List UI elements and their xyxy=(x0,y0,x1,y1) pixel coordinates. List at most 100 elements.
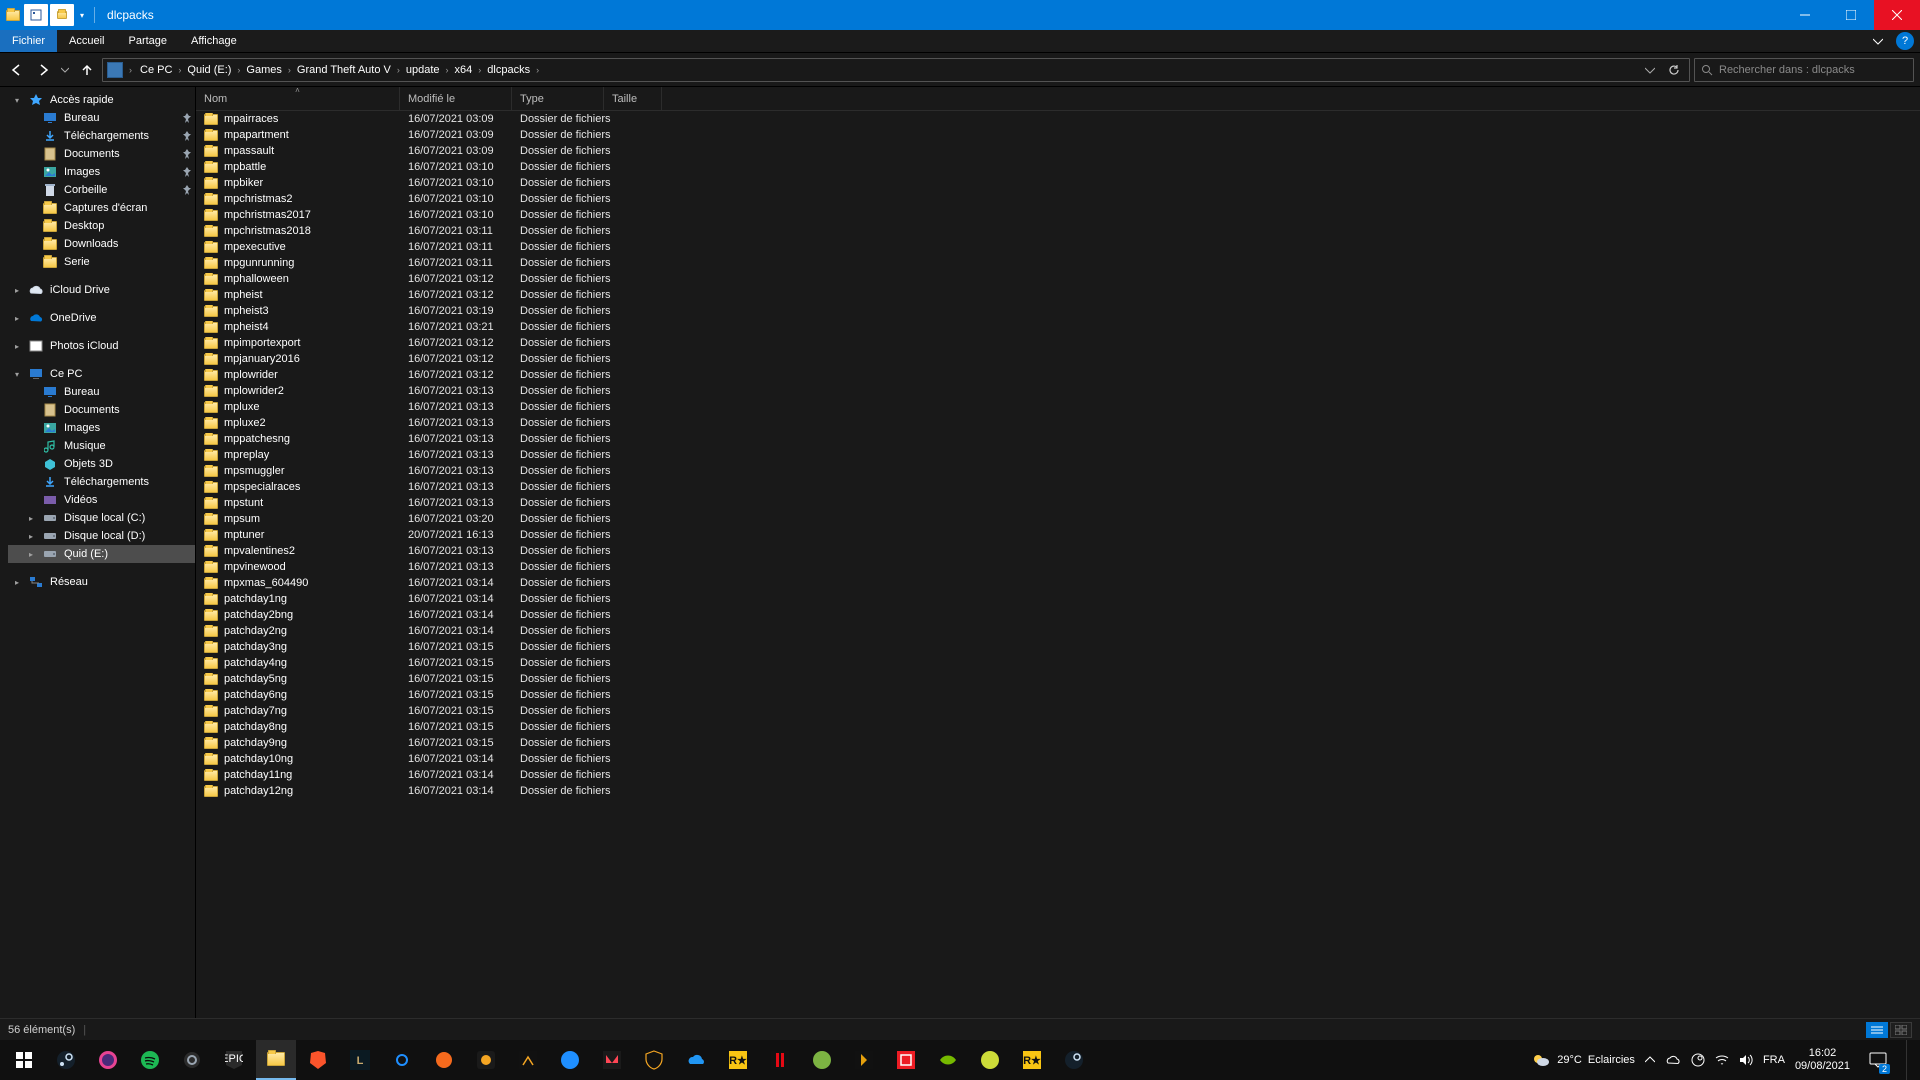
help-icon[interactable]: ? xyxy=(1896,32,1914,50)
tree-node-downloads2[interactable]: Downloads xyxy=(8,235,195,253)
tree-node-documents[interactable]: Documents xyxy=(8,145,195,163)
search-box[interactable] xyxy=(1694,58,1914,82)
nav-back-button[interactable] xyxy=(6,59,28,81)
breadcrumb-segment[interactable]: dlcpacks xyxy=(483,64,534,76)
tray-clock[interactable]: 16:02 09/08/2021 xyxy=(1795,1047,1850,1073)
expand-icon[interactable]: ▸ xyxy=(12,342,22,351)
folder-row[interactable]: patchday1ng16/07/2021 03:14Dossier de fi… xyxy=(196,591,1920,607)
tree-node-network[interactable]: ▸Réseau xyxy=(8,573,195,591)
tree-node-pc_3d[interactable]: Objets 3D xyxy=(8,455,195,473)
refresh-button[interactable] xyxy=(1663,64,1685,76)
view-large-icons-button[interactable] xyxy=(1890,1022,1912,1038)
expand-icon[interactable]: ▾ xyxy=(12,96,22,105)
tab-view[interactable]: Affichage xyxy=(179,30,249,52)
folder-row[interactable]: mpchristmas216/07/2021 03:10Dossier de f… xyxy=(196,191,1920,207)
tree-node-recycle[interactable]: Corbeille xyxy=(8,181,195,199)
folder-row[interactable]: mpairraces16/07/2021 03:09Dossier de fic… xyxy=(196,111,1920,127)
chevron-right-icon[interactable]: › xyxy=(286,65,293,75)
taskbar-nvidia-icon[interactable] xyxy=(928,1040,968,1080)
tree-node-pc_diskd[interactable]: ▸Disque local (D:) xyxy=(8,527,195,545)
taskbar-shield-icon[interactable] xyxy=(634,1040,674,1080)
folder-row[interactable]: mpluxe16/07/2021 03:13Dossier de fichier… xyxy=(196,399,1920,415)
search-input[interactable] xyxy=(1719,64,1907,76)
col-header-type[interactable]: Type xyxy=(512,87,604,110)
action-center-button[interactable]: 2 xyxy=(1860,1040,1896,1080)
folder-row[interactable]: patchday2bng16/07/2021 03:14Dossier de f… xyxy=(196,607,1920,623)
file-list[interactable]: mpairraces16/07/2021 03:09Dossier de fic… xyxy=(196,111,1920,1040)
folder-row[interactable]: mplowrider216/07/2021 03:13Dossier de fi… xyxy=(196,383,1920,399)
folder-row[interactable]: mpchristmas201816/07/2021 03:11Dossier d… xyxy=(196,223,1920,239)
taskbar-app-lemon-icon[interactable] xyxy=(970,1040,1010,1080)
qat-properties-button[interactable] xyxy=(24,4,48,26)
folder-row[interactable]: mpjanuary201616/07/2021 03:12Dossier de … xyxy=(196,351,1920,367)
folder-row[interactable]: patchday7ng16/07/2021 03:15Dossier de fi… xyxy=(196,703,1920,719)
taskbar-onedrive2-icon[interactable] xyxy=(676,1040,716,1080)
weather-widget[interactable]: 29°C Eclaircies xyxy=(1531,1050,1635,1070)
tree-node-serie[interactable]: Serie xyxy=(8,253,195,271)
tree-node-photos[interactable]: ▸Photos iCloud xyxy=(8,337,195,355)
taskbar-amd-icon[interactable] xyxy=(886,1040,926,1080)
ribbon-collapse-icon[interactable] xyxy=(1866,30,1890,52)
taskbar-app-orange2-icon[interactable] xyxy=(466,1040,506,1080)
folder-row[interactable]: mphalloween16/07/2021 03:12Dossier de fi… xyxy=(196,271,1920,287)
expand-icon[interactable]: ▾ xyxy=(12,370,22,379)
folder-row[interactable]: mpsum16/07/2021 03:20Dossier de fichiers xyxy=(196,511,1920,527)
tray-steam-icon[interactable] xyxy=(1691,1053,1705,1067)
taskbar-rockstar1-icon[interactable]: R★ xyxy=(718,1040,758,1080)
tray-chevron-icon[interactable] xyxy=(1645,1055,1655,1065)
view-details-button[interactable] xyxy=(1866,1022,1888,1038)
folder-row[interactable]: patchday6ng16/07/2021 03:15Dossier de fi… xyxy=(196,687,1920,703)
folder-row[interactable]: mpheist16/07/2021 03:12Dossier de fichie… xyxy=(196,287,1920,303)
folder-row[interactable]: patchday5ng16/07/2021 03:15Dossier de fi… xyxy=(196,671,1920,687)
tray-wifi-icon[interactable] xyxy=(1715,1054,1729,1066)
taskbar-app-green-icon[interactable] xyxy=(802,1040,842,1080)
tree-node-pc_docs[interactable]: Documents xyxy=(8,401,195,419)
breadcrumb-segment[interactable]: Ce PC xyxy=(136,64,176,76)
tree-node-thispc[interactable]: ▾Ce PC xyxy=(8,365,195,383)
tree-node-icloud[interactable]: ▸iCloud Drive xyxy=(8,281,195,299)
chevron-right-icon[interactable]: › xyxy=(127,65,134,75)
chevron-right-icon[interactable]: › xyxy=(395,65,402,75)
folder-row[interactable]: patchday4ng16/07/2021 03:15Dossier de fi… xyxy=(196,655,1920,671)
folder-row[interactable]: mpexecutive16/07/2021 03:11Dossier de fi… xyxy=(196,239,1920,255)
taskbar-netflix-icon[interactable] xyxy=(760,1040,800,1080)
taskbar-spotify-icon[interactable] xyxy=(130,1040,170,1080)
folder-row[interactable]: mpstunt16/07/2021 03:13Dossier de fichie… xyxy=(196,495,1920,511)
tree-node-pc_dl[interactable]: Téléchargements xyxy=(8,473,195,491)
qat-new-folder-button[interactable] xyxy=(50,4,74,26)
tab-share[interactable]: Partage xyxy=(116,30,179,52)
show-desktop-button[interactable] xyxy=(1906,1040,1912,1080)
folder-row[interactable]: mpvalentines216/07/2021 03:13Dossier de … xyxy=(196,543,1920,559)
folder-row[interactable]: mptuner20/07/2021 16:13Dossier de fichie… xyxy=(196,527,1920,543)
folder-row[interactable]: mpxmas_60449016/07/2021 03:14Dossier de … xyxy=(196,575,1920,591)
tab-file[interactable]: Fichier xyxy=(0,30,57,52)
folder-row[interactable]: patchday10ng16/07/2021 03:14Dossier de f… xyxy=(196,751,1920,767)
folder-row[interactable]: mplowrider16/07/2021 03:12Dossier de fic… xyxy=(196,367,1920,383)
folder-row[interactable]: patchday9ng16/07/2021 03:15Dossier de fi… xyxy=(196,735,1920,751)
tree-node-pc_images[interactable]: Images xyxy=(8,419,195,437)
taskbar-lol-icon[interactable]: L xyxy=(340,1040,380,1080)
address-dropdown-icon[interactable] xyxy=(1639,65,1661,75)
nav-recent-dropdown[interactable] xyxy=(58,59,72,81)
expand-icon[interactable]: ▸ xyxy=(26,532,36,541)
tree-node-pc_diskc[interactable]: ▸Disque local (C:) xyxy=(8,509,195,527)
taskbar-rockstar2-icon[interactable]: R★ xyxy=(1012,1040,1052,1080)
folder-row[interactable]: mpbiker16/07/2021 03:10Dossier de fichie… xyxy=(196,175,1920,191)
taskbar-steam-icon[interactable] xyxy=(46,1040,86,1080)
chevron-right-icon[interactable]: › xyxy=(534,65,541,75)
expand-icon[interactable]: ▸ xyxy=(26,550,36,559)
expand-icon[interactable]: ▸ xyxy=(26,514,36,523)
folder-row[interactable]: mpapartment16/07/2021 03:09Dossier de fi… xyxy=(196,127,1920,143)
col-header-name[interactable]: Nom˄ xyxy=(196,87,400,110)
tree-node-screenshots[interactable]: Captures d'écran xyxy=(8,199,195,217)
close-button[interactable] xyxy=(1874,0,1920,30)
expand-icon[interactable]: ▸ xyxy=(12,286,22,295)
taskbar-plex-icon[interactable] xyxy=(844,1040,884,1080)
folder-row[interactable]: patchday2ng16/07/2021 03:14Dossier de fi… xyxy=(196,623,1920,639)
taskbar-start-icon[interactable] xyxy=(4,1040,44,1080)
breadcrumb-segment[interactable]: update xyxy=(402,64,444,76)
folder-row[interactable]: mpimportexport16/07/2021 03:12Dossier de… xyxy=(196,335,1920,351)
tray-language[interactable]: FRA xyxy=(1763,1054,1785,1066)
maximize-button[interactable] xyxy=(1828,0,1874,30)
tray-volume-icon[interactable] xyxy=(1739,1054,1753,1066)
